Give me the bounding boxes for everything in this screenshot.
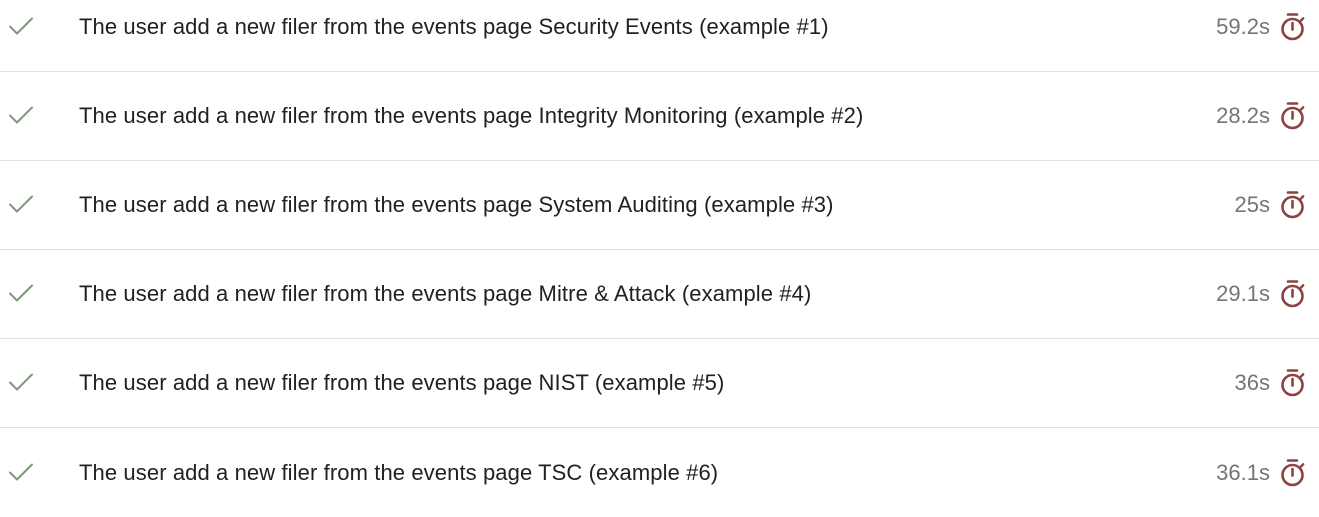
check-icon (9, 17, 33, 35)
test-duration: 25s (1235, 161, 1306, 249)
stopwatch-icon (1281, 191, 1305, 219)
test-title: The user add a new filer from the events… (79, 192, 834, 217)
test-row[interactable]: The user add a new filer from the events… (0, 250, 1319, 339)
duration-value: 25s (1234, 192, 1270, 217)
test-row[interactable]: The user add a new filer from the events… (0, 0, 1319, 72)
test-duration: 36.1s (1216, 428, 1306, 517)
test-duration: 28.2s (1216, 72, 1306, 160)
test-duration: 59.2s (1216, 0, 1306, 71)
test-duration: 36s (1235, 339, 1306, 427)
test-title: The user add a new filer from the events… (79, 281, 812, 306)
check-icon (9, 195, 33, 213)
stopwatch-icon (1281, 458, 1305, 486)
test-row[interactable]: The user add a new filer from the events… (0, 161, 1319, 250)
stopwatch-icon (1281, 280, 1305, 308)
test-row[interactable]: The user add a new filer from the events… (0, 339, 1319, 428)
stopwatch-icon (1281, 13, 1305, 41)
test-row[interactable]: The user add a new filer from the events… (0, 428, 1319, 517)
check-icon (9, 463, 33, 480)
check-icon (9, 284, 33, 302)
stopwatch-icon (1281, 102, 1305, 130)
stopwatch-icon (1281, 369, 1305, 397)
check-icon (9, 106, 33, 124)
duration-value: 28.2s (1216, 103, 1270, 128)
duration-value: 59.2s (1216, 14, 1270, 39)
test-title: The user add a new filer from the events… (79, 14, 829, 39)
duration-value: 36.1s (1216, 459, 1270, 485)
test-title: The user add a new filer from the events… (79, 459, 719, 485)
check-icon (9, 373, 33, 391)
test-title: The user add a new filer from the events… (79, 370, 725, 395)
test-row[interactable]: The user add a new filer from the events… (0, 72, 1319, 161)
duration-value: 29.1s (1216, 281, 1270, 306)
test-duration: 29.1s (1216, 250, 1306, 338)
test-results-list: The user add a new filer from the events… (0, 0, 1319, 490)
duration-value: 36s (1234, 370, 1270, 395)
test-title: The user add a new filer from the events… (79, 103, 864, 128)
